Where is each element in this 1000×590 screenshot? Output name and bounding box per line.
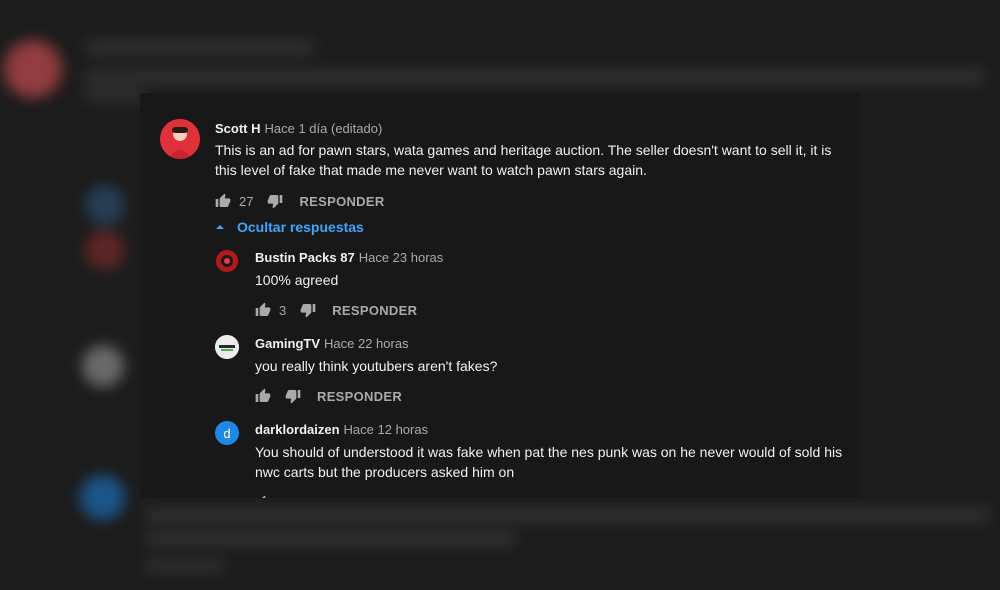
comment-text: you really think youtubers aren't fakes? xyxy=(255,358,498,374)
timestamp[interactable]: Hace 22 horas xyxy=(324,336,409,351)
reply: GamingTV Hace 22 horas you really think y… xyxy=(140,329,860,409)
comment-header: Scott H Hace 1 día (editado) xyxy=(215,121,382,136)
thumbs-down-icon[interactable] xyxy=(285,388,301,404)
background-text-line xyxy=(85,40,315,54)
hide-replies-label: Ocultar respuestas xyxy=(237,219,364,235)
avatar-logo-icon xyxy=(216,250,238,272)
thumbs-down-icon[interactable] xyxy=(267,193,283,209)
caret-up-icon xyxy=(216,225,224,229)
background-text-line xyxy=(85,90,145,102)
thumbs-down-icon[interactable] xyxy=(300,302,316,318)
comment-text: 100% agreed xyxy=(255,272,339,288)
comment-header: GamingTV Hace 22 horas xyxy=(255,336,409,351)
hide-replies-button[interactable]: Ocultar respuestas xyxy=(215,219,364,235)
comment-text: You should of understood it was fake whe… xyxy=(255,444,843,480)
avatar[interactable] xyxy=(215,249,239,273)
background-avatar xyxy=(82,345,124,387)
author-name[interactable]: darklordaizen xyxy=(255,422,340,437)
comment-header: Bustin Packs 87 Hace 23 horas xyxy=(255,250,443,265)
background-avatar xyxy=(4,40,62,98)
thumbs-up-icon[interactable] xyxy=(255,388,271,404)
reply: d darklordaizen Hace 12 horas You should … xyxy=(140,415,860,498)
avatar-logo-icon xyxy=(215,335,239,359)
reply-button[interactable]: RESPONDER xyxy=(299,194,384,209)
thumbs-up-icon[interactable] xyxy=(255,495,271,498)
avatar[interactable] xyxy=(160,119,200,159)
reply-button[interactable]: RESPONDER xyxy=(317,389,402,404)
like-count: 3 xyxy=(279,302,287,318)
comment-header: darklordaizen Hace 12 horas xyxy=(255,422,428,437)
like-count: 27 xyxy=(239,193,254,209)
avatar-letter: d xyxy=(223,425,231,441)
background-text-line xyxy=(85,70,985,84)
comment: Scott H Hace 1 día (editado) This is an a… xyxy=(140,93,860,223)
author-name[interactable]: Bustin Packs 87 xyxy=(255,250,355,265)
thumbs-up-icon[interactable] xyxy=(215,193,231,209)
reply: Bustin Packs 87 Hace 23 horas 100% agreed… xyxy=(140,243,860,323)
avatar[interactable]: d xyxy=(215,421,239,445)
background-text-line xyxy=(145,560,225,572)
comment-actions: RESPONDER xyxy=(255,386,402,406)
comment-actions: 3 RESPONDER xyxy=(255,300,417,320)
timestamp[interactable]: Hace 1 día (editado) xyxy=(265,121,383,136)
background-avatar xyxy=(85,230,125,270)
background-text-line xyxy=(145,532,515,546)
background-avatar xyxy=(80,475,125,520)
timestamp[interactable]: Hace 12 horas xyxy=(344,422,429,437)
avatar-photo-icon xyxy=(160,119,200,159)
author-name[interactable]: GamingTV xyxy=(255,336,320,351)
avatar[interactable] xyxy=(215,335,239,359)
comment-thread: Scott H Hace 1 día (editado) This is an a… xyxy=(140,93,860,498)
reply-button[interactable]: RESPONDER xyxy=(332,303,417,318)
author-name[interactable]: Scott H xyxy=(215,121,261,136)
comment-actions: 27 RESPONDER xyxy=(215,191,385,211)
background-text-line xyxy=(145,508,990,522)
comment-actions xyxy=(255,493,271,498)
background-avatar xyxy=(85,185,125,225)
timestamp[interactable]: Hace 23 horas xyxy=(359,250,444,265)
thumbs-up-icon[interactable] xyxy=(255,302,271,318)
comment-text: This is an ad for pawn stars, wata games… xyxy=(215,142,832,178)
